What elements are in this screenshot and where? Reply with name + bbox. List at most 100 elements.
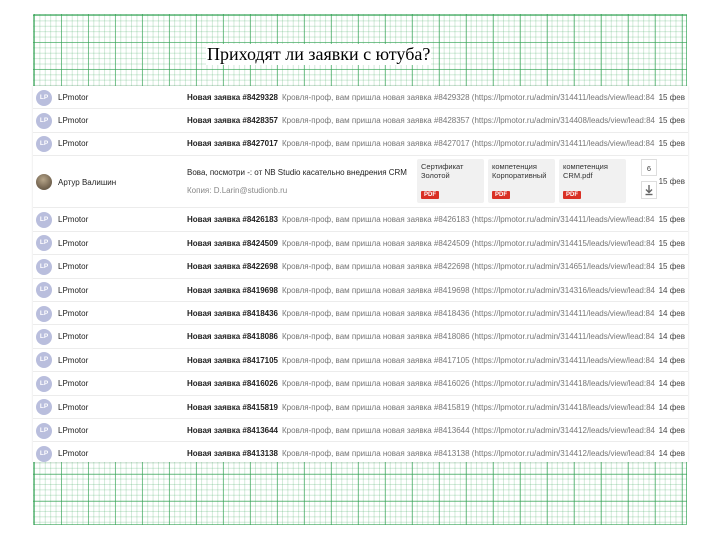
email-row-expanded[interactable]: Артур Валишин Вова, посмотри -: от NB St… bbox=[33, 156, 688, 209]
email-sender: LPmotor bbox=[58, 309, 89, 318]
slide-title: Приходят ли заявки с ютуба? bbox=[206, 44, 432, 65]
email-preview: Кровля-проф, вам пришла новая заявка #84… bbox=[282, 262, 655, 272]
attachment-chip[interactable]: Сертификат Золотой PDF bbox=[417, 158, 484, 203]
email-subject: Новая заявка #8429328 bbox=[187, 93, 278, 102]
avatar: LP bbox=[36, 352, 52, 369]
pdf-badge-icon: PDF bbox=[421, 190, 439, 199]
email-preview: Кровля-проф, вам пришла новая заявка #84… bbox=[282, 426, 655, 435]
email-row[interactable]: LP LPmotor Новая заявка #8413644 Кровля-… bbox=[33, 419, 688, 443]
email-sender: LPmotor bbox=[58, 238, 89, 248]
attachment-chip[interactable]: компетенция CRM.pdf PDF bbox=[559, 158, 626, 203]
avatar: LP bbox=[36, 399, 52, 416]
avatar: LP bbox=[36, 258, 52, 275]
download-icon bbox=[645, 184, 653, 195]
email-date: 15 фев bbox=[658, 139, 685, 149]
attachment-name: компетенция Корпоративный bbox=[492, 161, 547, 180]
email-preview: Кровля-проф, вам пришла новая заявка #84… bbox=[282, 215, 655, 225]
email-subject: Новая заявка #8418436 bbox=[187, 309, 278, 318]
email-date: 15 фев bbox=[658, 238, 685, 248]
email-subject: Новая заявка #8418086 bbox=[187, 332, 278, 342]
email-sender: LPmotor bbox=[58, 449, 89, 459]
attachment-count[interactable]: 6 bbox=[641, 158, 657, 176]
email-subject: Новая заявка #8413644 bbox=[187, 426, 278, 435]
email-date: 14 фев bbox=[658, 355, 685, 365]
email-date: 15 фев bbox=[658, 262, 685, 272]
email-row[interactable]: LP LPmotor Новая заявка #8413138 Кровля-… bbox=[33, 442, 688, 462]
email-date: 14 фев bbox=[658, 449, 685, 459]
avatar: LP bbox=[36, 235, 52, 252]
avatar: LP bbox=[36, 89, 52, 106]
email-subject: Новая заявка #8427017 bbox=[187, 139, 278, 149]
email-row[interactable]: LP LPmotor Новая заявка #8418086 Кровля-… bbox=[33, 325, 688, 349]
email-inbox-list: LP LPmotor Новая заявка #8429328 Кровля-… bbox=[33, 86, 688, 462]
email-sender: LPmotor bbox=[58, 262, 89, 272]
email-sender: LPmotor bbox=[58, 332, 89, 342]
avatar: LP bbox=[36, 211, 52, 228]
email-row[interactable]: LP LPmotor Новая заявка #8419698 Кровля-… bbox=[33, 279, 688, 302]
email-row[interactable]: LP LPmotor Новая заявка #8426183 Кровля-… bbox=[33, 208, 688, 232]
email-preview: Кровля-проф, вам пришла новая заявка #84… bbox=[282, 285, 655, 295]
avatar: LP bbox=[36, 305, 52, 322]
email-sender: LPmotor bbox=[58, 215, 89, 225]
email-row[interactable]: LP LPmotor Новая заявка #8416026 Кровля-… bbox=[33, 372, 688, 396]
avatar: LP bbox=[36, 375, 52, 392]
email-sender: LPmotor bbox=[58, 402, 89, 412]
email-preview: Кровля-проф, вам пришла новая заявка #84… bbox=[282, 309, 655, 318]
avatar-photo bbox=[36, 173, 52, 190]
email-subject: Новая заявка #8415819 bbox=[187, 402, 278, 412]
email-date: 14 фев bbox=[658, 309, 685, 318]
email-subject: Вова, посмотри -: от NB Studio касательн… bbox=[187, 167, 407, 177]
pdf-badge-icon: PDF bbox=[563, 190, 581, 199]
email-date: 15 фев bbox=[658, 215, 685, 225]
email-date: 15 фев bbox=[658, 93, 685, 102]
email-preview: Кровля-проф, вам пришла новая заявка #84… bbox=[282, 355, 655, 365]
email-sender: LPmotor bbox=[58, 116, 89, 126]
email-subject: Новая заявка #8422698 bbox=[187, 262, 278, 272]
email-sender: LPmotor bbox=[58, 285, 89, 295]
email-preview: Кровля-проф, вам пришла новая заявка #84… bbox=[282, 449, 655, 459]
attachment-name: Сертификат Золотой bbox=[421, 161, 464, 180]
email-sender: LPmotor bbox=[58, 355, 89, 365]
avatar: LP bbox=[36, 112, 52, 129]
email-row[interactable]: LP LPmotor Новая заявка #8422698 Кровля-… bbox=[33, 255, 688, 279]
avatar: LP bbox=[36, 135, 52, 152]
avatar: LP bbox=[36, 422, 52, 439]
attachment-name: компетенция CRM.pdf bbox=[563, 161, 608, 180]
email-preview: Кровля-проф, вам пришла новая заявка #84… bbox=[282, 402, 655, 412]
email-sender: LPmotor bbox=[58, 379, 89, 389]
email-subject: Новая заявка #8424509 bbox=[187, 238, 278, 248]
email-subject: Новая заявка #8413138 bbox=[187, 449, 278, 459]
email-sender: LPmotor bbox=[58, 139, 89, 149]
email-sender: LPmotor bbox=[58, 93, 89, 102]
pdf-badge-icon: PDF bbox=[492, 190, 510, 199]
email-row[interactable]: LP LPmotor Новая заявка #8417105 Кровля-… bbox=[33, 349, 688, 373]
email-sender: LPmotor bbox=[58, 426, 89, 435]
download-all-button[interactable] bbox=[641, 180, 657, 199]
email-date: 15 фев bbox=[658, 116, 685, 126]
email-date: 14 фев bbox=[658, 379, 685, 389]
email-date: 14 фев bbox=[658, 285, 685, 295]
email-subject: Новая заявка #8428357 bbox=[187, 116, 278, 126]
attachment-chip[interactable]: компетенция Корпоративный PDF bbox=[488, 158, 555, 203]
email-preview: Кровля-проф, вам пришла новая заявка #84… bbox=[282, 93, 655, 102]
email-row[interactable]: LP LPmotor Новая заявка #8418436 Кровля-… bbox=[33, 302, 688, 326]
email-row[interactable]: LP LPmotor Новая заявка #8424509 Кровля-… bbox=[33, 232, 688, 256]
email-row[interactable]: LP LPmotor Новая заявка #8428357 Кровля-… bbox=[33, 109, 688, 133]
email-preview: Кровля-проф, вам пришла новая заявка #84… bbox=[282, 238, 655, 248]
avatar: LP bbox=[36, 282, 52, 299]
email-date: 14 фев bbox=[658, 426, 685, 435]
email-row[interactable]: LP LPmotor Новая заявка #8429328 Кровля-… bbox=[33, 86, 688, 110]
email-preview: Кровля-проф, вам пришла новая заявка #84… bbox=[282, 139, 655, 149]
email-subject: Новая заявка #8417105 bbox=[187, 355, 278, 365]
email-preview: Кровля-проф, вам пришла новая заявка #84… bbox=[282, 116, 655, 126]
email-subject: Новая заявка #8426183 bbox=[187, 215, 278, 225]
email-sender: Артур Валишин bbox=[58, 177, 117, 187]
avatar: LP bbox=[36, 445, 52, 462]
email-date: 14 фев bbox=[658, 402, 685, 412]
email-preview: Кровля-проф, вам пришла новая заявка #84… bbox=[282, 332, 655, 342]
email-row[interactable]: LP LPmotor Новая заявка #8415819 Кровля-… bbox=[33, 396, 688, 419]
email-cc: Копия: D.Larin@studionb.ru bbox=[187, 185, 288, 195]
email-row[interactable]: LP LPmotor Новая заявка #8427017 Кровля-… bbox=[33, 132, 688, 156]
email-subject: Новая заявка #8416026 bbox=[187, 379, 278, 389]
email-preview: Кровля-проф, вам пришла новая заявка #84… bbox=[282, 379, 655, 389]
